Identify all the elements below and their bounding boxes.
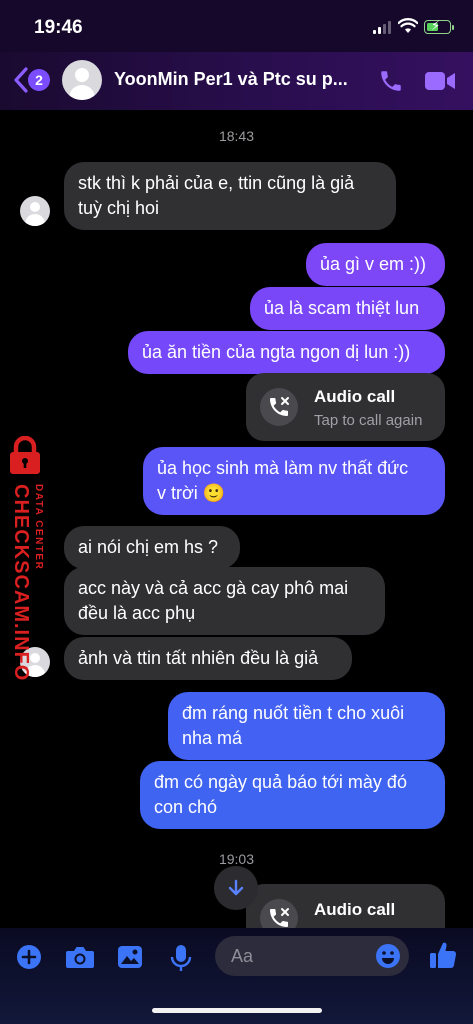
watermark-subtitle: DATA CENTER: [33, 484, 44, 571]
cellular-signal-icon: [373, 21, 393, 34]
status-bar: 19:46 ⚡: [0, 0, 473, 52]
battery-icon: ⚡: [424, 18, 454, 34]
message-bubble-incoming[interactable]: acc này và cả acc gà cay phô mai đều là …: [64, 567, 385, 635]
message-bubble-outgoing[interactable]: ủa ăn tiền của ngta ngon dị lun :)): [128, 331, 445, 374]
message-bubble-incoming[interactable]: stk thì k phải của e, ttin cũng là giả t…: [64, 162, 396, 230]
status-time: 19:46: [34, 17, 83, 38]
gallery-icon[interactable]: [117, 944, 143, 970]
group-avatar[interactable]: [62, 60, 102, 100]
call-subtitle: Tap to call again: [314, 412, 423, 429]
emoji-icon[interactable]: [375, 943, 401, 969]
phone-icon[interactable]: [378, 68, 404, 94]
plus-icon[interactable]: [16, 944, 42, 970]
timestamp: 19:03: [218, 851, 255, 867]
audio-call-card[interactable]: Audio call Tap to call again: [246, 373, 445, 441]
message-bubble-outgoing[interactable]: ủa là scam thiệt lun: [250, 287, 445, 330]
call-title: Audio call: [314, 900, 396, 919]
message-bubble-incoming[interactable]: ai nói chị em hs ?: [64, 526, 240, 569]
message-bubble-outgoing[interactable]: ủa gì v em :)): [306, 243, 445, 286]
message-bubble-outgoing[interactable]: đm có ngày quả báo tới mày đó con chó: [140, 761, 445, 829]
timestamp: 18:43: [218, 128, 255, 144]
message-bubble-incoming[interactable]: ảnh và ttin tất nhiên đều là giả: [64, 637, 352, 680]
home-indicator: [152, 1008, 322, 1013]
chat-title[interactable]: YoonMin Per1 và Ptc su p...: [114, 69, 368, 90]
camera-icon[interactable]: [65, 944, 95, 970]
audio-call-card[interactable]: Audio call: [246, 884, 445, 928]
composer-bar: [0, 928, 473, 1024]
sender-avatar[interactable]: [20, 196, 50, 226]
video-camera-icon[interactable]: [424, 70, 456, 92]
message-input[interactable]: [231, 944, 371, 968]
padlock-icon: [10, 436, 40, 474]
missed-call-icon: [260, 899, 298, 928]
message-input-field[interactable]: [215, 936, 409, 976]
chat-header: 2 YoonMin Per1 và Ptc su p...: [0, 52, 473, 110]
call-title: Audio call: [314, 387, 396, 406]
watermark: CHECKSCAM.INFO DATA CENTER: [0, 436, 52, 682]
scroll-to-bottom-button[interactable]: [214, 866, 258, 910]
unread-badge: 2: [28, 69, 50, 91]
message-bubble-outgoing[interactable]: đm ráng nuốt tiền t cho xuôi nha má: [168, 692, 445, 760]
message-bubble-outgoing[interactable]: ủa học sinh mà làm nv thất đức v trời 🙂: [143, 447, 445, 515]
missed-call-icon: [260, 388, 298, 426]
microphone-icon[interactable]: [170, 944, 192, 972]
message-list[interactable]: 18:43 stk thì k phải của e, ttin cũng là…: [0, 110, 473, 928]
thumbs-up-icon[interactable]: [428, 940, 458, 970]
arrow-down-icon: [228, 879, 244, 896]
watermark-brand: CHECKSCAM.INFO: [10, 484, 32, 682]
wifi-icon: [398, 18, 418, 33]
